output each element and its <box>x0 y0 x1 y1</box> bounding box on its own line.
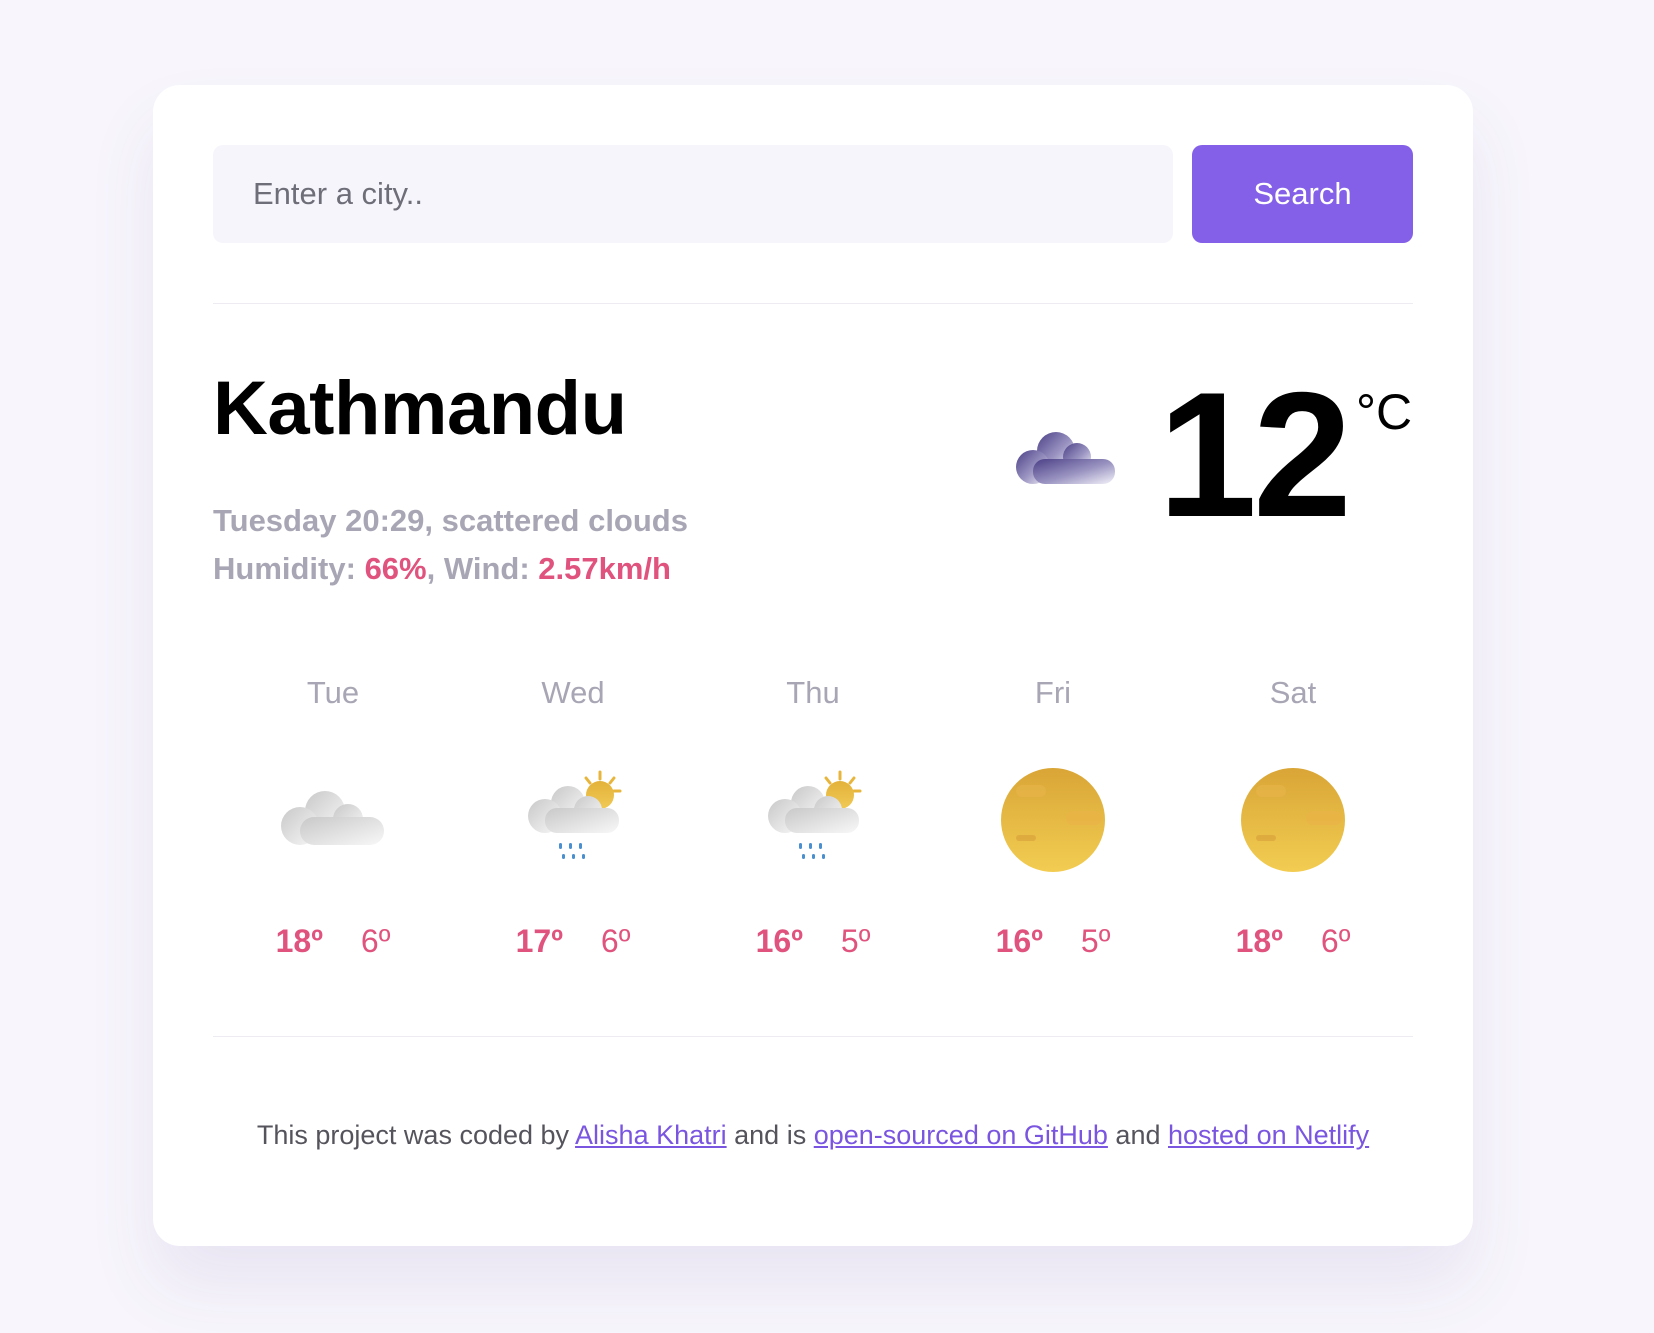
forecast-day-name: Wed <box>541 675 605 710</box>
sun-icon <box>1241 768 1345 872</box>
forecast-max: 18º <box>275 923 323 959</box>
forecast-temps: 18º 6º <box>1173 923 1413 960</box>
forecast-max: 16º <box>755 923 803 959</box>
forecast-temps: 16º 5º <box>933 923 1173 960</box>
divider <box>213 1036 1413 1037</box>
weather-card: Search Kathmandu Tuesday 20:29, scattere… <box>153 85 1473 1246</box>
forecast-max: 16º <box>995 923 1043 959</box>
forecast-day: Tue 18º 6º <box>213 675 453 1005</box>
temperature-unit: °C <box>1356 384 1413 440</box>
forecast-temps: 16º 5º <box>693 923 933 960</box>
forecast-day: Thu 16º 5º <box>693 675 933 1005</box>
day-time: Tuesday 20:29 <box>213 503 425 538</box>
netlify-link[interactable]: hosted on Netlify <box>1168 1120 1369 1150</box>
footer-text: and is <box>734 1120 807 1150</box>
city-search-input[interactable] <box>213 145 1173 243</box>
footer: This project was coded by Alisha Khatri … <box>153 1120 1473 1151</box>
humidity-value: 66% <box>364 551 427 586</box>
forecast-max: 18º <box>1235 923 1283 959</box>
wind-value: 2.57km/h <box>538 551 671 586</box>
forecast-min: 6º <box>1320 923 1351 959</box>
rain-sun-icon <box>528 770 622 859</box>
author-link[interactable]: Alisha Khatri <box>575 1120 727 1150</box>
wind-label: Wind: <box>443 551 530 586</box>
search-button[interactable]: Search <box>1192 145 1413 243</box>
footer-text: This project was coded by <box>256 1120 570 1150</box>
forecast-day-name: Thu <box>786 675 840 710</box>
forecast-day: Fri 16º 5º <box>933 675 1173 1005</box>
forecast-row: Tue 18º 6º Wed 17º 6º Thu 16º 5º Fri 16º… <box>213 675 1413 1005</box>
forecast-day-name: Sat <box>1269 675 1317 710</box>
divider <box>213 303 1413 304</box>
date-description-line: Tuesday 20:29, scattered clouds <box>213 503 688 538</box>
sun-icon <box>1001 768 1105 872</box>
city-name: Kathmandu <box>213 366 627 451</box>
forecast-day: Sat 18º 6º <box>1173 675 1413 1005</box>
humidity-label: Humidity: <box>213 551 356 586</box>
current-details: Tuesday 20:29, scattered clouds Humidity… <box>213 497 688 593</box>
footer-text: and <box>1115 1120 1161 1150</box>
forecast-temps: 17º 6º <box>453 923 693 960</box>
forecast-min: 5º <box>1080 923 1111 959</box>
current-temperature: 12 <box>1158 355 1352 554</box>
forecast-day-name: Tue <box>306 675 360 710</box>
github-link[interactable]: open-sourced on GitHub <box>814 1120 1108 1150</box>
scattered-clouds-night-icon <box>1016 432 1115 484</box>
forecast-min: 6º <box>360 923 391 959</box>
humidity-wind-line: Humidity: 66%, Wind: 2.57km/h <box>213 551 671 586</box>
forecast-temps: 18º 6º <box>213 923 453 960</box>
search-form: Search <box>213 145 1413 243</box>
weather-description: scattered clouds <box>441 503 688 538</box>
forecast-day: Wed 17º 6º <box>453 675 693 1005</box>
rain-sun-icon <box>768 770 862 859</box>
forecast-min: 6º <box>600 923 631 959</box>
forecast-day-name: Fri <box>1034 675 1072 710</box>
forecast-min: 5º <box>840 923 871 959</box>
cloudy-icon <box>281 791 384 845</box>
forecast-max: 17º <box>515 923 563 959</box>
